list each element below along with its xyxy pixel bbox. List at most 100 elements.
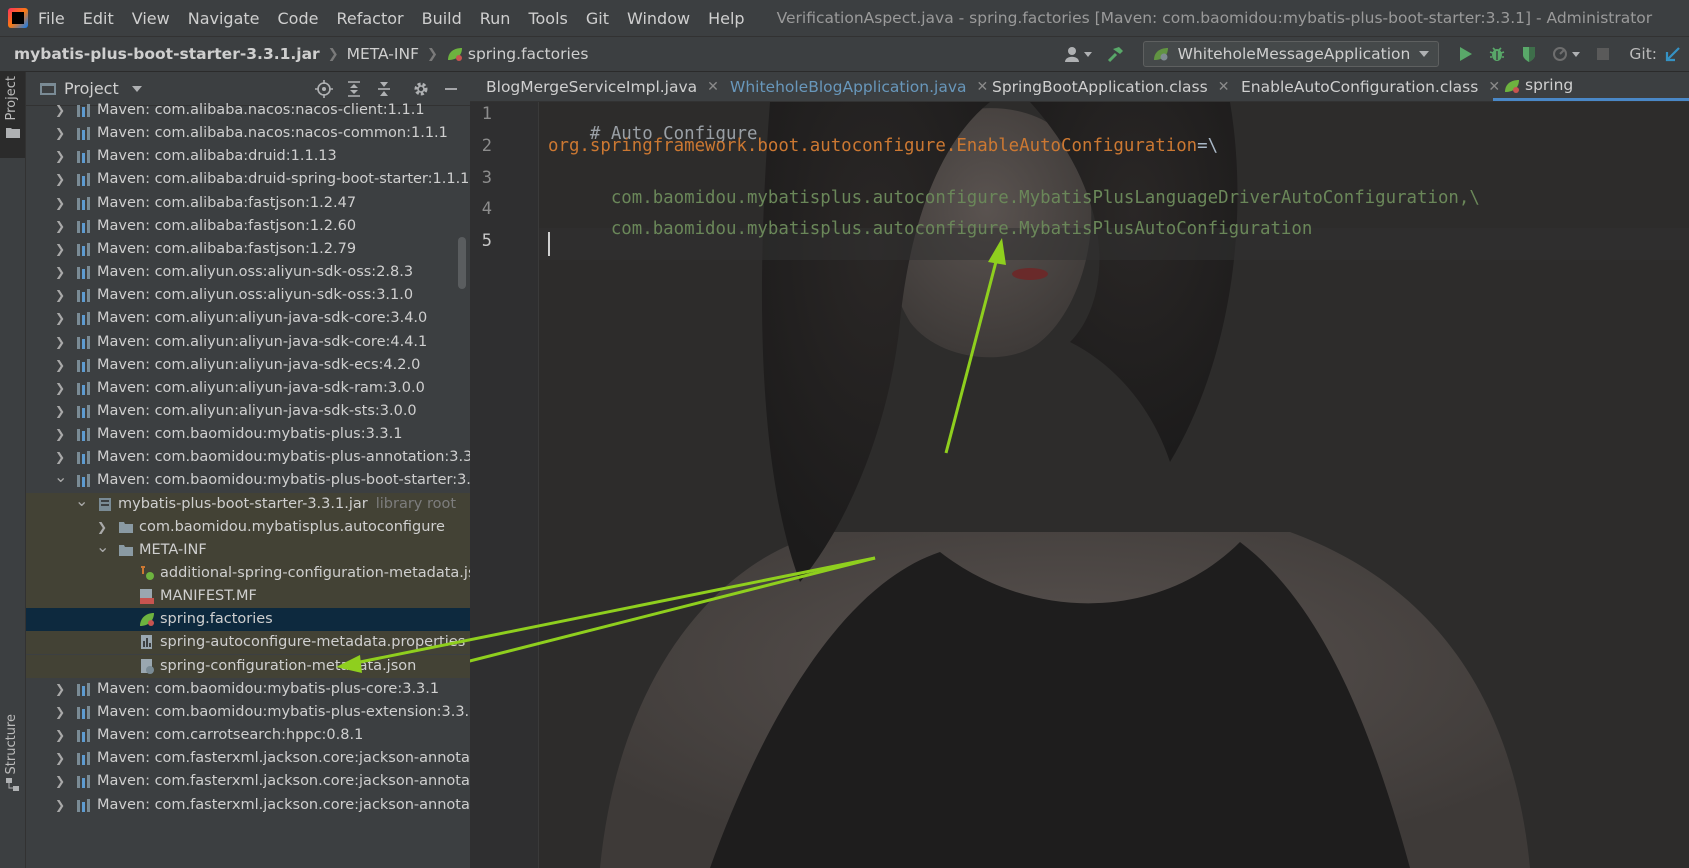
- menu-navigate[interactable]: Navigate: [188, 9, 260, 28]
- profiler-icon[interactable]: [1549, 42, 1583, 66]
- git-update-icon[interactable]: [1661, 42, 1685, 66]
- project-panel-title[interactable]: Project: [64, 79, 119, 98]
- chevron-right-icon[interactable]: ❯: [54, 331, 66, 354]
- tree-item[interactable]: ❯ Maven: com.aliyun.oss:aliyun-sdk-oss:2.…: [26, 261, 470, 284]
- hide-panel-icon[interactable]: [439, 77, 463, 101]
- breadcrumb-spring-factories[interactable]: spring.factories: [468, 45, 589, 63]
- chevron-right-icon[interactable]: ❯: [54, 122, 66, 145]
- chevron-right-icon[interactable]: ❯: [54, 99, 66, 122]
- chevron-down-icon[interactable]: ⌄: [54, 469, 67, 492]
- chevron-right-icon[interactable]: ❯: [54, 747, 66, 770]
- chevron-right-icon[interactable]: ❯: [54, 724, 66, 747]
- chevron-right-icon[interactable]: ❯: [54, 400, 66, 423]
- chevron-down-icon[interactable]: ⌄: [75, 492, 88, 516]
- chevron-right-icon[interactable]: ❯: [54, 192, 66, 215]
- chevron-right-icon[interactable]: ❯: [54, 678, 66, 701]
- tree-item[interactable]: ❯ Maven: com.carrotsearch:hppc:0.8.1: [26, 724, 470, 747]
- tree-item[interactable]: ❯ Maven: com.aliyun:aliyun-java-sdk-core:…: [26, 331, 470, 354]
- tree-item-selected[interactable]: spring.factories: [26, 608, 470, 632]
- tree-scrollbar[interactable]: [458, 237, 466, 289]
- menu-tools[interactable]: Tools: [528, 9, 567, 28]
- tree-item[interactable]: ❯ com.baomidou.mybatisplus.autoconfigure: [26, 515, 470, 539]
- tree-item[interactable]: ❯ Maven: com.aliyun:aliyun-java-sdk-ecs:4…: [26, 354, 470, 377]
- code-editor[interactable]: 1 2 3 4 5 # Auto Configure org.springfra…: [470, 102, 1689, 868]
- tree-item[interactable]: ⌄ META-INF: [26, 538, 470, 562]
- chevron-right-icon[interactable]: ❯: [54, 377, 66, 400]
- menu-edit[interactable]: Edit: [83, 9, 114, 28]
- chevron-right-icon[interactable]: ❯: [54, 701, 66, 724]
- chevron-right-icon[interactable]: ❯: [54, 446, 66, 469]
- breadcrumb-meta-inf[interactable]: META-INF: [347, 45, 419, 63]
- run-configuration-dropdown[interactable]: WhiteholeMessageApplication: [1142, 41, 1440, 67]
- structure-tool-window-button[interactable]: Structure: [0, 708, 25, 868]
- tree-item[interactable]: spring-autoconfigure-metadata.properties: [26, 631, 470, 655]
- tree-item[interactable]: ❯ Maven: com.aliyun:aliyun-java-sdk-sts:3…: [26, 400, 470, 423]
- tree-item-text: Maven: com.aliyun:aliyun-java-sdk-core:4…: [97, 331, 435, 354]
- tree-item[interactable]: ❯ Maven: com.aliyun.oss:aliyun-sdk-oss:3.…: [26, 284, 470, 307]
- tree-item[interactable]: additional-spring-configuration-metadata…: [26, 562, 470, 585]
- tree-item[interactable]: MANIFEST.MF: [26, 585, 470, 609]
- tree-item[interactable]: ❯ Maven: com.alibaba.nacos:nacos-common:1…: [26, 122, 470, 145]
- chevron-right-icon[interactable]: ❯: [54, 354, 66, 377]
- tab-spring-boot-application-class[interactable]: @ SpringBootApplication.class ✕: [976, 72, 1229, 101]
- tab-enable-auto-configuration-class[interactable]: @ EnableAutoConfiguration.class ✕: [1225, 72, 1500, 101]
- tab-spring-factories[interactable]: spring: [1493, 72, 1689, 101]
- chevron-right-icon[interactable]: ❯: [54, 307, 66, 330]
- tab-whitehole-blog-application[interactable]: WhiteholeBlogApplication.java ✕: [714, 72, 988, 101]
- menu-file[interactable]: File: [38, 9, 65, 28]
- run-icon[interactable]: [1453, 42, 1477, 66]
- locate-file-icon[interactable]: [312, 77, 336, 101]
- chevron-down-icon[interactable]: [131, 85, 143, 93]
- user-account-icon[interactable]: [1061, 42, 1095, 66]
- menu-run[interactable]: Run: [480, 9, 511, 28]
- tree-item[interactable]: ❯ Maven: com.aliyun:aliyun-java-sdk-core:…: [26, 307, 470, 330]
- tree-item[interactable]: ❯ Maven: com.baomidou:mybatis-plus:3.3.1: [26, 423, 470, 446]
- tree-item[interactable]: ❯ Maven: com.alibaba.nacos:nacos-client:1…: [26, 99, 470, 122]
- breadcrumb-jar[interactable]: mybatis-plus-boot-starter-3.3.1.jar: [14, 45, 320, 63]
- chevron-right-icon[interactable]: ❯: [54, 168, 66, 191]
- line-number: 2: [481, 136, 492, 156]
- chevron-right-icon[interactable]: ❯: [54, 770, 66, 793]
- tab-blog-merge-service-impl[interactable]: c BlogMergeServiceImpl.java ✕: [470, 72, 719, 101]
- run-with-coverage-icon[interactable]: [1517, 42, 1541, 66]
- menu-window[interactable]: Window: [627, 9, 690, 28]
- tree-item[interactable]: ❯ Maven: com.fasterxml.jackson.core:jacks…: [26, 747, 470, 770]
- tree-item[interactable]: ❯ Maven: com.alibaba:druid:1.1.13: [26, 145, 470, 168]
- menu-code[interactable]: Code: [278, 9, 319, 28]
- chevron-right-icon[interactable]: ❯: [54, 423, 66, 446]
- chevron-right-icon[interactable]: ❯: [54, 284, 66, 307]
- build-hammer-icon[interactable]: [1103, 42, 1127, 66]
- chevron-right-icon[interactable]: ❯: [54, 238, 66, 261]
- debug-icon[interactable]: [1485, 42, 1509, 66]
- tree-item[interactable]: spring-configuration-metadata.json: [26, 654, 470, 678]
- menu-git[interactable]: Git: [586, 9, 609, 28]
- chevron-down-icon[interactable]: ⌄: [96, 538, 109, 562]
- tree-item[interactable]: ❯ Maven: com.alibaba:fastjson:1.2.79: [26, 238, 470, 261]
- tree-item[interactable]: ❯ Maven: com.baomidou:mybatis-plus-core:3…: [26, 678, 470, 701]
- menu-help[interactable]: Help: [708, 9, 744, 28]
- chevron-right-icon[interactable]: ❯: [54, 261, 66, 284]
- tree-item[interactable]: ❯ Maven: com.fasterxml.jackson.core:jacks…: [26, 770, 470, 793]
- tree-item[interactable]: ⌄ mybatis-plus-boot-starter-3.3.1.jar libr…: [26, 492, 470, 516]
- chevron-right-icon[interactable]: ❯: [54, 794, 66, 817]
- tree-item[interactable]: ❯ Maven: com.fasterxml.jackson.core:jacks…: [26, 794, 470, 817]
- tree-item[interactable]: ❯ Maven: com.alibaba:druid-spring-boot-st…: [26, 168, 470, 191]
- chevron-right-icon[interactable]: ❯: [54, 145, 66, 168]
- stop-icon[interactable]: [1591, 42, 1615, 66]
- tree-item[interactable]: ❯ Maven: com.alibaba:fastjson:1.2.60: [26, 215, 470, 238]
- expand-all-icon[interactable]: [342, 77, 366, 101]
- tree-item[interactable]: ❯ Maven: com.baomidou:mybatis-plus-annota…: [26, 446, 470, 469]
- tree-item[interactable]: ❯ Maven: com.alibaba:fastjson:1.2.47: [26, 192, 470, 215]
- collapse-all-icon[interactable]: [372, 77, 396, 101]
- tree-item[interactable]: ❯ Maven: com.baomidou:mybatis-plus-extens…: [26, 701, 470, 724]
- chevron-right-icon[interactable]: ❯: [96, 516, 108, 539]
- tree-item[interactable]: ❯ Maven: com.aliyun:aliyun-java-sdk-ram:3…: [26, 377, 470, 400]
- menu-view[interactable]: View: [132, 9, 170, 28]
- chevron-right-icon[interactable]: ❯: [54, 215, 66, 238]
- menu-build[interactable]: Build: [422, 9, 462, 28]
- tab-label: EnableAutoConfiguration.class: [1241, 77, 1479, 96]
- menu-refactor[interactable]: Refactor: [336, 9, 403, 28]
- tree-item[interactable]: ⌄ Maven: com.baomidou:mybatis-plus-boot-s…: [26, 469, 470, 492]
- project-tool-window-button[interactable]: Project: [0, 72, 25, 158]
- gear-icon[interactable]: [409, 77, 433, 101]
